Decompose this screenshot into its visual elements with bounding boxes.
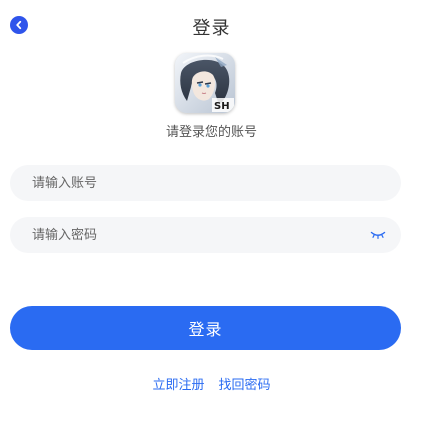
register-link[interactable]: 立即注册: [152, 374, 204, 393]
password-visibility-toggle[interactable]: [365, 222, 391, 248]
login-prompt: 请登录您的账号: [165, 125, 257, 140]
account-input[interactable]: [10, 164, 401, 202]
forgot-password-link[interactable]: 找回密码: [219, 374, 271, 393]
login-page: 登录 SH 请登录您的账号 请输入账号 登录 立即注册 找回密码: [0, 0, 423, 447]
account-field-container: [10, 164, 401, 202]
login-button[interactable]: 登录: [10, 306, 401, 350]
auth-links: 立即注册 找回密码: [0, 374, 423, 393]
password-field-container: [10, 216, 401, 254]
page-title: 登录: [192, 18, 231, 39]
password-input[interactable]: [10, 216, 365, 254]
app-logo: SH: [175, 53, 235, 113]
logo-badge: SH: [214, 101, 230, 112]
eye-closed-icon: [370, 231, 386, 239]
